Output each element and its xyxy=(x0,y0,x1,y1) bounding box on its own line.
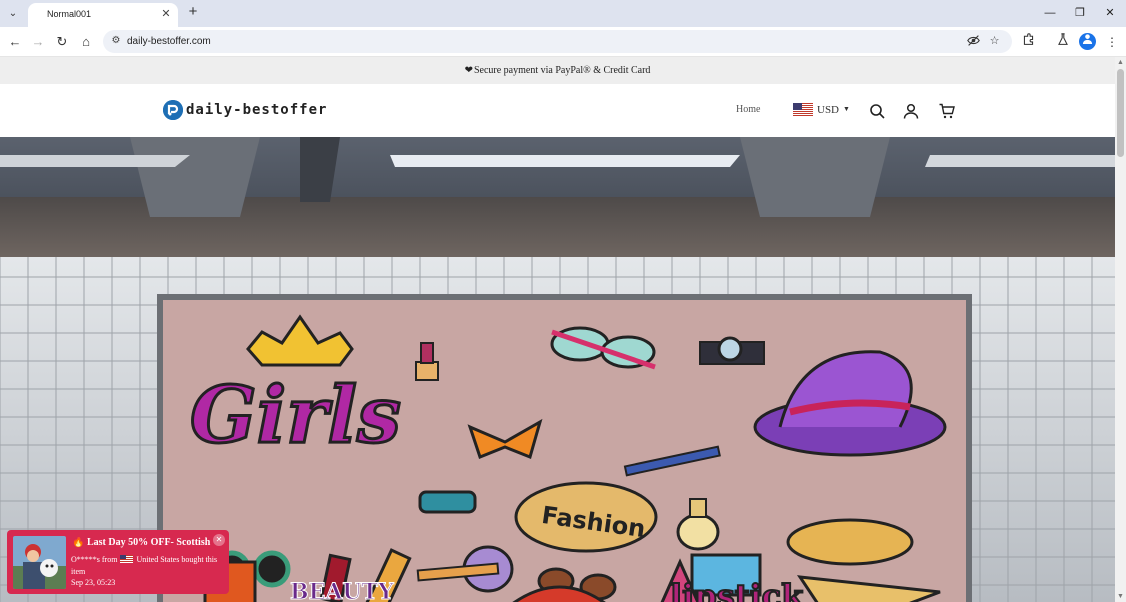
restore-button[interactable]: ❐ xyxy=(1072,5,1088,21)
popup-product-image xyxy=(13,536,66,589)
popup-buyer: O*****s from xyxy=(71,555,118,564)
logo-mark-icon xyxy=(163,100,183,120)
eye-off-icon[interactable] xyxy=(966,34,981,49)
svg-text:BEAUTY: BEAUTY xyxy=(290,579,394,602)
extensions-icon[interactable] xyxy=(1019,33,1037,51)
us-flag-icon xyxy=(120,555,134,563)
logo-text: daily-bestoffer xyxy=(186,102,328,118)
labs-icon[interactable] xyxy=(1054,33,1072,51)
new-tab-button[interactable]: + xyxy=(185,4,201,20)
page-scrollbar[interactable]: ▲ ▼ xyxy=(1115,57,1126,602)
popup-timestamp: Sep 23, 05:23 xyxy=(71,578,116,587)
site-header: daily-bestoffer Home USD ▼ xyxy=(0,84,1115,137)
back-icon[interactable]: ← xyxy=(6,33,24,51)
svg-text:Girls: Girls xyxy=(190,370,401,461)
scroll-up-icon[interactable]: ▲ xyxy=(1117,59,1124,66)
popup-body: O*****s from United States bought this i… xyxy=(71,554,226,578)
address-bar[interactable]: ⚙ daily-bestoffer.com ☆ xyxy=(103,30,1012,53)
scroll-thumb[interactable] xyxy=(1117,69,1124,157)
menu-kebab-icon[interactable]: ⋮ xyxy=(1103,33,1121,51)
minimize-button[interactable]: — xyxy=(1042,5,1058,21)
us-flag-icon xyxy=(793,103,813,116)
heart-icon: ❤ xyxy=(464,65,473,76)
browser-tabstrip: ⌄ Normal001 ✕ + — ❐ ✕ xyxy=(0,0,1126,27)
reload-icon[interactable]: ↻ xyxy=(53,33,71,51)
url-text[interactable]: daily-bestoffer.com xyxy=(127,36,211,47)
tab-search-button[interactable]: ⌄ xyxy=(4,4,22,22)
tab-close-icon[interactable]: ✕ xyxy=(159,7,173,21)
browser-toolbar: ← → ↻ ⌂ ⚙ daily-bestoffer.com ☆ ⋮ xyxy=(0,27,1126,57)
forward-icon[interactable]: → xyxy=(29,33,47,51)
popup-title: 🔥 Last Day 50% OFF- Scottish ... xyxy=(72,537,212,548)
site-info-icon[interactable]: ⚙ xyxy=(109,34,123,48)
site-logo[interactable]: daily-bestoffer xyxy=(163,100,327,120)
announcement-bar: ❤ Secure payment via PayPal® & Credit Ca… xyxy=(0,57,1115,84)
page-viewport: ❤ Secure payment via PayPal® & Credit Ca… xyxy=(0,57,1115,602)
nav-link-home[interactable]: Home xyxy=(736,104,760,115)
browser-tab[interactable]: Normal001 ✕ xyxy=(28,3,178,27)
cart-icon[interactable] xyxy=(939,103,955,119)
currency-code: USD xyxy=(817,103,840,116)
scroll-down-icon[interactable]: ▼ xyxy=(1117,593,1124,600)
profile-avatar[interactable] xyxy=(1079,33,1096,50)
currency-selector[interactable]: USD ▼ xyxy=(793,103,850,116)
sales-popup[interactable]: 🔥 Last Day 50% OFF- Scottish ... O*****s… xyxy=(7,530,229,594)
account-icon[interactable] xyxy=(903,103,919,119)
bookmark-star-icon[interactable]: ☆ xyxy=(987,34,1002,49)
tab-title: Normal001 xyxy=(47,9,92,19)
chevron-down-icon: ▼ xyxy=(843,106,850,113)
close-window-button[interactable]: ✕ xyxy=(1102,5,1118,21)
announcement-text: Secure payment via PayPal® & Credit Card xyxy=(473,65,651,76)
svg-text:lipstick: lipstick xyxy=(670,577,804,602)
home-icon[interactable]: ⌂ xyxy=(77,33,95,51)
popup-close-icon[interactable]: ✕ xyxy=(213,534,225,546)
search-icon[interactable] xyxy=(869,103,885,119)
